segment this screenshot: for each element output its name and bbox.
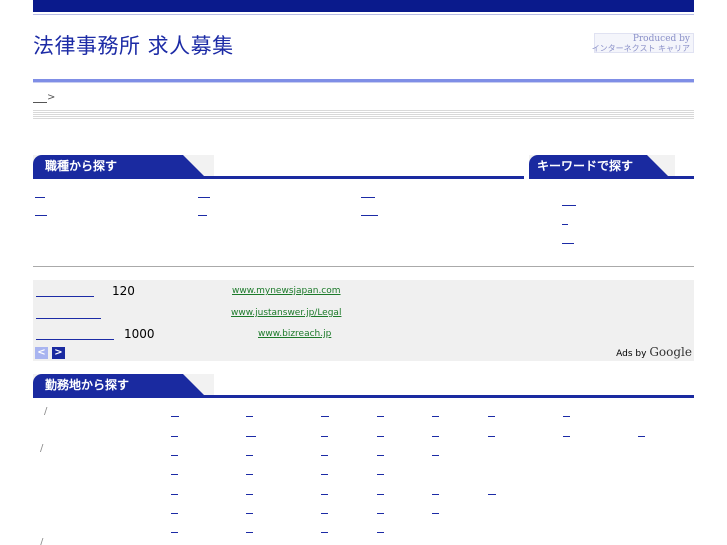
prefecture-link[interactable] (246, 505, 253, 514)
ad-number: 120 (112, 284, 135, 298)
prefecture-link[interactable] (171, 486, 178, 495)
prefecture-link[interactable] (638, 428, 645, 437)
breadcrumb: > (33, 92, 55, 103)
ad-url[interactable]: www.justanswer.jp/Legal (231, 308, 341, 318)
section-separator (33, 266, 694, 267)
ads-by-label: Ads by (616, 349, 647, 359)
prefecture-link[interactable] (171, 408, 179, 417)
header-rule-light (33, 82, 694, 83)
produced-by-line2: インターネクスト キャリア (591, 44, 690, 53)
region-label: / (44, 406, 48, 417)
prefecture-link[interactable] (432, 505, 439, 514)
google-logo: Google (649, 345, 692, 359)
keyword-section-header: キーワードで探す (529, 155, 694, 179)
prefecture-link[interactable] (488, 408, 495, 417)
prefecture-link[interactable] (563, 408, 570, 417)
job-type-link[interactable] (35, 207, 47, 216)
ad-url[interactable]: www.bizreach.jp (258, 329, 331, 339)
prefecture-link[interactable] (488, 486, 496, 495)
prefecture-link[interactable] (246, 524, 253, 533)
keyword-link[interactable] (562, 216, 568, 225)
region-label: / (40, 443, 44, 454)
prefecture-link[interactable] (171, 524, 178, 533)
ads-block: 120 www.mynewsjapan.com www.justanswer.j… (33, 280, 694, 361)
prefecture-link[interactable] (246, 486, 253, 495)
prefecture-link[interactable] (377, 428, 384, 437)
prefecture-link[interactable] (377, 466, 384, 475)
prefecture-link[interactable] (246, 428, 256, 437)
job-type-section-header: 職種から探す (33, 155, 524, 179)
job-type-link[interactable] (35, 189, 45, 198)
prefecture-link[interactable] (488, 428, 495, 437)
prefecture-link[interactable] (321, 408, 329, 417)
prefecture-link[interactable] (321, 447, 328, 456)
prefecture-link[interactable] (377, 486, 384, 495)
ads-by-google[interactable]: Ads by Google (616, 345, 692, 359)
ad-row: 120 www.mynewsjapan.com (33, 282, 694, 298)
location-underline (33, 395, 694, 398)
prefecture-link[interactable] (377, 447, 384, 456)
location-section-header: 勤務地から探す (33, 374, 694, 398)
prefecture-link[interactable] (321, 428, 328, 437)
prefecture-link[interactable] (432, 428, 439, 437)
ad-url[interactable]: www.mynewsjapan.com (232, 286, 341, 296)
ad-row: www.justanswer.jp/Legal (33, 304, 694, 320)
location-heading: 勤務地から探す (33, 374, 205, 396)
ads-next-button[interactable]: > (52, 347, 65, 359)
job-type-underline (33, 176, 524, 179)
prefecture-link[interactable] (171, 447, 178, 456)
ads-prev-button[interactable]: < (35, 347, 48, 359)
keyword-heading: キーワードで探す (529, 155, 669, 177)
prefecture-link[interactable] (432, 447, 439, 456)
ad-title-link[interactable] (36, 284, 94, 297)
job-type-link[interactable] (198, 207, 207, 216)
ad-title-link[interactable] (36, 306, 101, 319)
keyword-underline (529, 176, 694, 179)
prefecture-link[interactable] (377, 524, 384, 533)
prefecture-link[interactable] (246, 408, 253, 417)
ad-row: 1000 www.bizreach.jp (33, 325, 694, 341)
job-type-link[interactable] (198, 189, 210, 198)
ad-number: 1000 (124, 327, 155, 341)
prefecture-link[interactable] (171, 505, 178, 514)
job-type-link[interactable] (361, 207, 378, 216)
breadcrumb-separator: > (47, 92, 56, 103)
prefecture-link[interactable] (377, 505, 384, 514)
prefecture-link[interactable] (432, 486, 439, 495)
prefecture-link[interactable] (432, 408, 439, 417)
prefecture-link[interactable] (246, 447, 253, 456)
prefecture-link[interactable] (321, 486, 328, 495)
produced-by-logo[interactable]: Produced by インターネクスト キャリア (591, 33, 694, 53)
job-type-link[interactable] (361, 189, 375, 198)
prefecture-link[interactable] (321, 466, 328, 475)
region-label: / (40, 537, 44, 545)
site-title[interactable]: 法律事務所 求人募集 (33, 30, 234, 60)
striped-divider (33, 110, 694, 120)
prefecture-link[interactable] (377, 408, 384, 417)
prefecture-link[interactable] (246, 466, 253, 475)
breadcrumb-home-link[interactable] (33, 94, 47, 103)
job-type-heading: 職種から探す (33, 155, 205, 177)
top-banner (33, 0, 694, 12)
prefecture-link[interactable] (171, 466, 178, 475)
keyword-link[interactable] (562, 197, 576, 206)
prefecture-link[interactable] (321, 505, 328, 514)
prefecture-link[interactable] (321, 524, 328, 533)
ad-title-link[interactable] (36, 327, 114, 340)
top-banner-line (33, 14, 694, 15)
keyword-link[interactable] (562, 235, 574, 244)
prefecture-link[interactable] (563, 428, 570, 437)
prefecture-link[interactable] (171, 428, 178, 437)
